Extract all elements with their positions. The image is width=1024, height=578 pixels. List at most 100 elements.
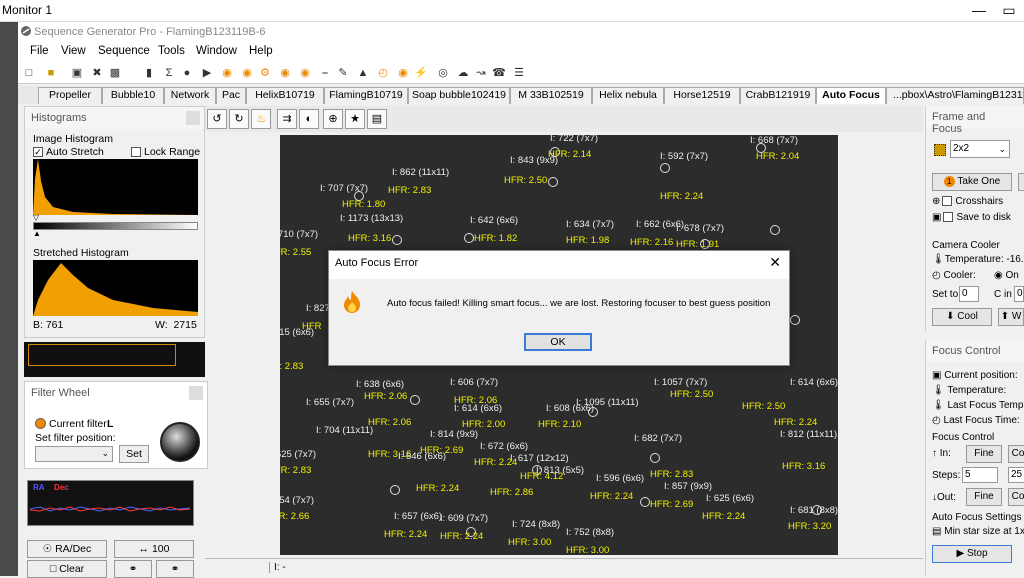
star-marker	[650, 453, 660, 463]
in-label-text: In:	[939, 448, 951, 459]
target-icon[interactable]: ◉	[220, 66, 234, 80]
panel-pin-icon[interactable]	[186, 111, 200, 125]
tab-network[interactable]: Network	[164, 87, 216, 104]
filter-select[interactable]: ⌄	[35, 446, 113, 462]
menu-window[interactable]: Window	[196, 45, 237, 57]
fine-steps-input[interactable]: 5	[962, 467, 998, 483]
tab-helix-nebula[interactable]: Helix nebula	[592, 87, 664, 104]
menu-tools[interactable]: Tools	[158, 45, 185, 57]
tab-soap-bubble[interactable]: Soap bubble102419	[408, 87, 510, 104]
sigma-icon[interactable]: Σ	[162, 66, 176, 80]
rotate-left-icon[interactable]: ↺	[207, 109, 227, 129]
rotator-icon[interactable]: ◉	[396, 66, 410, 80]
clear-button[interactable]: □ Clear	[27, 560, 107, 578]
desktop-edge	[0, 22, 18, 576]
dome-icon[interactable]: ▲	[356, 66, 370, 80]
current-position-label: Current position:	[944, 370, 1018, 381]
cooler-on-radio[interactable]: ◉ On	[994, 270, 1019, 281]
set-to-input[interactable]: 0	[959, 286, 979, 302]
ra-dec-button[interactable]: ☉ RA/Dec	[27, 540, 107, 558]
tab-flamingb10719[interactable]: FlamingB10719	[324, 87, 408, 104]
star-hfr-label: HFR: 2.10	[538, 419, 582, 430]
lock-range-checkbox[interactable]: Lock Range	[131, 146, 200, 158]
stop-button[interactable]: ▶ Stop	[932, 545, 1012, 563]
list-icon[interactable]: ☰	[512, 66, 526, 80]
star-hfr-label: HFR: 2.50	[670, 389, 714, 400]
panel-pin-icon[interactable]	[189, 386, 203, 400]
take-one-button[interactable]: 1 Take One	[932, 173, 1012, 191]
fine-in-button[interactable]: Fine	[966, 445, 1002, 463]
new-icon[interactable]: □	[22, 66, 36, 80]
play-icon[interactable]: ▶	[200, 66, 214, 80]
save-to-disk-option[interactable]: ▣ Save to disk	[932, 212, 1011, 223]
thermometer-icon: 🌡	[932, 400, 945, 411]
crosshair-icon[interactable]: ⊕	[323, 109, 343, 129]
filter-icon[interactable]: ◉	[278, 66, 292, 80]
tab-helixb10719[interactable]: HelixB10719	[246, 87, 324, 104]
stretch-icon[interactable]: ⇉	[277, 109, 297, 129]
binoculars-icon[interactable]: ●	[180, 66, 194, 80]
white-point-handle[interactable]: ▲	[33, 229, 41, 238]
save-icon: ▣	[932, 212, 942, 223]
plug-icon[interactable]: ⚡	[414, 66, 428, 80]
histogram-icon[interactable]: ▮	[142, 66, 156, 80]
ok-button[interactable]: OK	[524, 333, 592, 351]
steps-label: Steps:	[932, 470, 961, 481]
pen-icon[interactable]: ✎	[336, 66, 350, 80]
tab-flamingb12311[interactable]: ...pbox\Astro\FlamingB12311	[886, 87, 1024, 104]
play-icon: ▶	[956, 548, 965, 559]
link2-button[interactable]: ⚭	[156, 560, 194, 578]
notes-icon[interactable]: ▤	[367, 109, 387, 129]
menu-view[interactable]: View	[61, 45, 86, 57]
focus-icon[interactable]: ◉	[240, 66, 254, 80]
set-filter-button[interactable]: Set	[119, 445, 149, 463]
tab-pac[interactable]: Pac	[216, 87, 246, 104]
maximize-icon[interactable]: ▭	[994, 0, 1024, 22]
cool-button[interactable]: ⬇ Cool	[932, 308, 992, 326]
link-button[interactable]: ⚭	[114, 560, 152, 578]
flat-icon[interactable]: ◎	[436, 66, 450, 80]
telescope-icon[interactable]: ⎯	[318, 66, 332, 80]
tab-bubble10[interactable]: Bubble10	[102, 87, 164, 104]
cooler-state: On	[1005, 270, 1019, 281]
star-icon[interactable]: ★	[345, 109, 365, 129]
clock-icon[interactable]: ◴	[376, 66, 390, 80]
temperature-icon[interactable]: ◉	[298, 66, 312, 80]
safety-icon[interactable]: ☎	[492, 66, 506, 80]
weather-icon[interactable]: ☁	[456, 66, 470, 80]
minimize-icon[interactable]: —	[964, 0, 994, 22]
tab-auto-focus[interactable]: Auto Focus	[816, 87, 886, 104]
coarse-in-button[interactable]: Co	[1008, 445, 1024, 463]
tab-m33b102519[interactable]: M 33B102519	[510, 87, 592, 104]
crosshairs-option[interactable]: ⊕ Crosshairs	[932, 196, 1003, 207]
graph-icon[interactable]: ↝	[474, 66, 488, 80]
dec-label: Dec	[54, 483, 69, 492]
coarse-steps-input[interactable]: 25	[1008, 467, 1024, 483]
tab-horse12519[interactable]: Horse12519	[664, 87, 740, 104]
fine-out-button[interactable]: Fine	[966, 488, 1002, 506]
close-icon[interactable]: ✕	[769, 254, 781, 271]
menu-sequence[interactable]: Sequence	[98, 45, 150, 57]
save-icon[interactable]: ▣	[70, 66, 84, 80]
warm-button[interactable]: ⬆ W	[998, 308, 1024, 326]
tab-propeller[interactable]: Propeller	[38, 87, 102, 104]
fire-icon[interactable]: ♨	[251, 109, 271, 129]
menu-file[interactable]: File	[30, 45, 49, 57]
c-in-input[interactable]: 0	[1014, 286, 1024, 302]
contrast-icon[interactable]: ◐	[299, 109, 319, 129]
tab-crabb121919[interactable]: CrabB121919	[740, 87, 816, 104]
rotate-right-icon[interactable]: ↻	[229, 109, 249, 129]
tools-icon[interactable]: ✖	[90, 66, 104, 80]
black-point-handle[interactable]: ▽	[33, 213, 39, 222]
star-intensity-label: I: 614 (6x6)	[454, 403, 503, 414]
open-icon[interactable]: ■	[44, 66, 58, 80]
menu-help[interactable]: Help	[249, 45, 273, 57]
binning-select[interactable]: 2x2 ⌄	[950, 140, 1010, 158]
more-button[interactable]	[1018, 173, 1024, 191]
gear-icon[interactable]: ⚙	[258, 66, 272, 80]
coarse-out-button[interactable]: Co	[1008, 488, 1024, 506]
camera-icon[interactable]: ▩	[108, 66, 122, 80]
scale-button[interactable]: ↔ 100	[114, 540, 194, 558]
auto-stretch-checkbox[interactable]: ✓ Auto Stretch	[33, 146, 104, 158]
image-preview-thumbnail[interactable]	[24, 342, 205, 377]
